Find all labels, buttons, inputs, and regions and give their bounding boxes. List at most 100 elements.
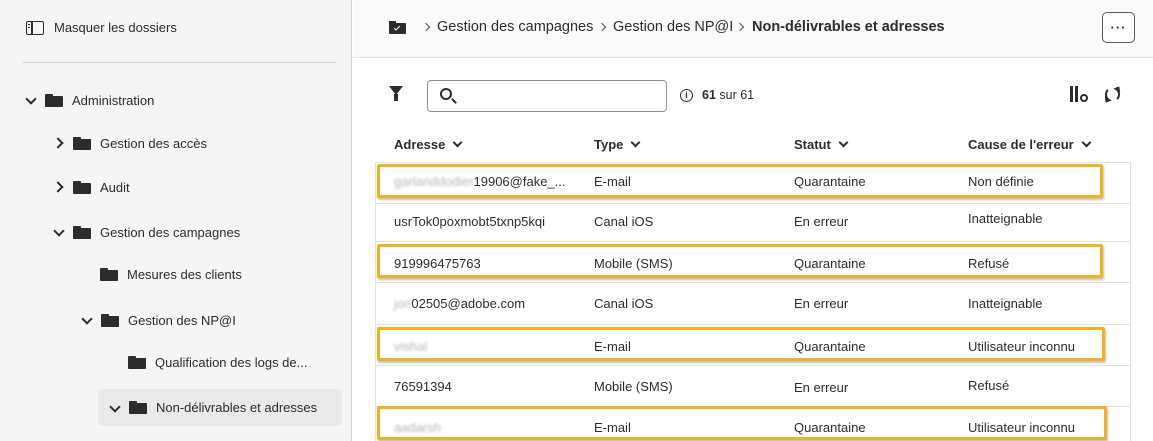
result-count-current: 61 [702,88,716,102]
folder-icon [45,93,63,107]
address-text: 919996475763 [394,256,481,271]
tree-item-gestion-des-campagnes[interactable]: Gestion des campagnes [54,217,240,247]
type-cell: E-mail [594,420,631,435]
search-input[interactable] [464,87,660,107]
address-cell: jon02505@adobe.com [394,296,525,311]
breadcrumb-item[interactable]: Gestion des NP@I [613,19,733,35]
cause-cell: Non définie [968,174,1034,189]
table-row[interactable]: jon02505@adobe.com Canal iOS En erreur I… [376,283,1130,325]
type-cell: E-mail [594,174,631,189]
address-text: usrTok0poxmobt5txnp5kqi [394,214,546,229]
address-text: 76591394 [394,379,452,394]
breadcrumb: Gestion des campagnes Gestion des NP@I N… [353,0,1153,58]
refresh-icon[interactable] [1105,87,1120,102]
breadcrumb-item[interactable]: Gestion des campagnes [437,19,593,35]
address-redacted: jon [394,296,412,311]
status-cell: En erreur [794,380,849,395]
folder-icon [129,401,147,414]
data-table: garlanddodier19906@fake_... E-mail Quara… [375,162,1131,441]
address-redacted: vishal [394,339,428,354]
cause-cell: Refusé [968,378,1010,393]
tree-item-gestion-des-acces[interactable]: Gestion des accès [54,128,207,158]
chevron-down-icon [839,140,849,150]
address-cell: usrTok0poxmobt5txnp5kqi [394,214,545,229]
address-cell: aadarsh [394,420,441,435]
cause-cell: Utilisateur inconnu [968,420,1075,435]
address-redacted: garlanddodier [394,174,474,189]
table-row[interactable]: 919996475763 Mobile (SMS) Quarantaine Re… [376,242,1130,283]
filter-icon[interactable] [389,86,403,101]
panel-icon [26,20,44,35]
tree-item-label: Administration [72,92,155,108]
chevron-right-icon[interactable] [54,182,64,192]
tree-item-qualification-des-logs[interactable]: Qualification des logs de... [128,347,307,377]
tree-item-label: Non-délivrables et adresses [156,400,318,415]
chevron-down-icon[interactable] [82,315,92,325]
status-cell: Quarantaine [794,420,866,435]
tree-item-non-delivrables[interactable]: Non-délivrables et adresses [98,389,342,426]
folder-icon [128,355,146,369]
hide-folders-label: Masquer les dossiers [54,20,177,35]
main-content: Gestion des campagnes Gestion des NP@I N… [353,0,1153,441]
address-cell: garlanddodier19906@fake_... [394,174,566,189]
tree-item-mesures-des-clients[interactable]: Mesures des clients [100,259,242,289]
chevron-down-icon[interactable] [54,227,64,237]
chevron-down-icon [631,140,641,150]
table-row[interactable]: vishal E-mail Quarantaine Utilisateur in… [376,325,1130,366]
chevron-right-icon [737,21,745,33]
column-header-adresse[interactable]: Adresse [394,137,463,152]
folder-icon [101,313,119,327]
folder-icon [73,180,91,194]
tree-item-administration[interactable]: Administration [26,85,154,115]
table-row[interactable]: garlanddodier19906@fake_... E-mail Quara… [376,163,1130,204]
status-cell: Quarantaine [794,339,866,354]
column-header-cause[interactable]: Cause de l'erreur [968,137,1092,152]
folder-sidebar: Masquer les dossiers Administration Gest… [0,0,352,441]
cause-cell: Utilisateur inconnu [968,339,1075,354]
tree-item-gestion-des-npai[interactable]: Gestion des NP@I [82,305,236,335]
status-cell: Quarantaine [794,256,866,271]
chevron-down-icon [453,140,463,150]
tree-item-label: Gestion des campagnes [100,224,241,240]
chevron-right-icon [423,21,431,33]
search-icon [440,88,452,100]
type-cell: Canal iOS [594,296,654,311]
address-redacted: aadarsh [394,420,441,435]
chevron-down-icon[interactable] [110,403,120,413]
tree-item-label: Gestion des NP@I [128,312,236,328]
address-cell: 919996475763 [394,256,481,271]
table-row[interactable]: aadarsh E-mail Quarantaine Utilisateur i… [376,407,1130,441]
sidebar-divider [22,62,336,63]
more-actions-button[interactable]: ··· [1102,12,1135,43]
chevron-right-icon[interactable] [54,138,64,148]
cause-cell: Refusé [968,256,1010,271]
table-row[interactable]: 76591394 Mobile (SMS) En erreur Refusé [376,366,1130,407]
cause-cell: Inatteignable [968,296,1043,311]
chevron-down-icon[interactable] [26,95,36,105]
folder-check-icon[interactable] [389,21,406,34]
tree-item-label: Audit [100,179,130,195]
folder-icon [73,136,91,150]
column-header-label: Adresse [394,137,446,152]
hide-folders-button[interactable]: Masquer les dossiers [26,20,177,35]
column-header-label: Type [594,137,624,152]
address-text: 19906@fake_... [473,174,566,189]
folder-icon [73,225,91,239]
info-icon[interactable]: i [680,89,693,102]
column-header-type[interactable]: Type [594,137,641,152]
address-cell: vishal [394,339,427,354]
type-cell: Mobile (SMS) [594,379,673,394]
search-field[interactable] [427,80,667,112]
address-text: 02505@adobe.com [411,296,526,311]
table-row[interactable]: usrTok0poxmobt5txnp5kqi Canal iOS En err… [376,200,1130,242]
type-cell: Mobile (SMS) [594,256,673,271]
tree-item-audit[interactable]: Audit [54,172,130,202]
column-settings-icon[interactable] [1070,86,1088,102]
column-header-label: Statut [794,137,831,152]
result-count-total: sur 61 [719,88,755,102]
column-header-statut[interactable]: Statut [794,137,849,152]
tree-item-label: Mesures des clients [127,266,242,282]
tree-item-label: Gestion des accès [100,135,207,151]
address-cell: 76591394 [394,379,452,394]
status-cell: Quarantaine [794,174,866,189]
